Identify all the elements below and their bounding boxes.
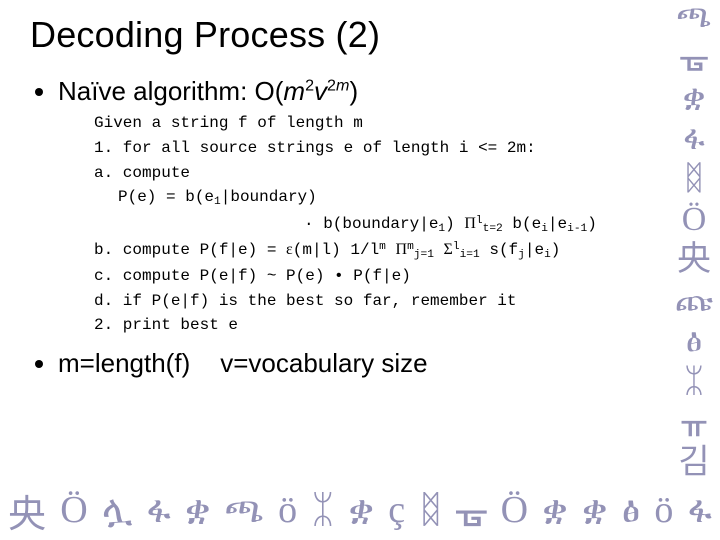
decorative-glyphs-bottom: 央Öሏ ፋቋጫ öᛯቋ çᛥᚗ Öቋቋ ፅöፋ [0, 480, 720, 540]
note-m: m=length(f) [58, 348, 190, 378]
algo-line-a: a. compute [94, 161, 660, 186]
note-v: v=vocabulary size [220, 348, 427, 378]
slide: ጫᚗቋ ፋᛥÖ 央ጩፅ ᛯᚂ김 央Öሏ ፋቋጫ öᛯቋ çᛥᚗ Öቋቋ ፅöፋ … [0, 0, 720, 540]
algorithm-block: Given a string f of length m 1. for all … [94, 111, 660, 338]
complexity-expression: Naïve algorithm: O(m2v2m) [58, 76, 358, 106]
algo-line-1: 1. for all source strings e of length i … [94, 136, 660, 161]
slide-content: Decoding Process (2) Naïve algorithm: O(… [0, 0, 720, 379]
algo-line-c: c. compute P(e|f) ~ P(e) • P(f|e) [94, 264, 660, 289]
bullet-list: Naïve algorithm: O(m2v2m) Given a string… [30, 76, 660, 379]
algo-line-pe: P(e) = b(e1|boundary) [94, 185, 660, 211]
bullet-complexity: Naïve algorithm: O(m2v2m) Given a string… [58, 76, 660, 338]
algo-line-given: Given a string f of length m [94, 111, 660, 136]
algo-line-pe-cont: · b(boundary|e1) Πlt=2 b(ei|ei-1) [94, 212, 660, 238]
slide-title: Decoding Process (2) [30, 14, 660, 56]
bullet-notes: m=length(f) v=vocabulary size [58, 348, 660, 379]
algo-line-d: d. if P(e|f) is the best so far, remembe… [94, 289, 660, 314]
algo-line-b: b. compute P(f|e) = ɛ(m|l) 1/lm Πmj=1 Σl… [94, 238, 660, 264]
algo-line-2: 2. print best e [94, 313, 660, 338]
